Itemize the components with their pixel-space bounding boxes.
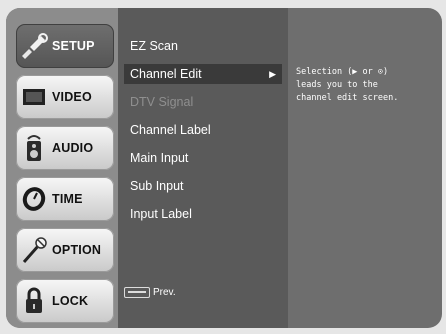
menu-item-sub-input[interactable]: Sub Input [124, 176, 282, 196]
help-description: Selection (▶ or ⊙) leads you to the chan… [296, 67, 399, 103]
lock-icon [16, 279, 52, 323]
tab-setup[interactable]: SETUP [16, 24, 114, 68]
menu-item-label: Channel Label [130, 123, 211, 137]
menu-item-label: Channel Edit [130, 67, 202, 81]
menu-item-input-label[interactable]: Input Label [124, 204, 282, 224]
menu-item-label: Main Input [130, 151, 189, 165]
menu-item-label: Input Label [130, 207, 192, 221]
tab-label: SETUP [52, 39, 95, 53]
tab-label: OPTION [52, 243, 102, 257]
tab-time[interactable]: TIME [16, 177, 114, 221]
tab-column: SETUP VIDEO AUDIO TIME OPTION LOCK [6, 8, 118, 328]
option-icon [16, 228, 52, 272]
audio-icon [16, 126, 52, 170]
menu-item-ez-scan[interactable]: EZ Scan [124, 36, 282, 56]
tab-label: TIME [52, 192, 83, 206]
menu-key-icon [124, 287, 150, 298]
tv-menu-frame: SETUP VIDEO AUDIO TIME OPTION LOCK EZ Sc… [6, 8, 442, 328]
video-icon [16, 75, 52, 119]
menu-item-label: DTV Signal [130, 95, 194, 109]
menu-items-panel: EZ Scan Channel Edit ▶ DTV Signal Channel… [118, 8, 288, 328]
tab-lock[interactable]: LOCK [16, 279, 114, 323]
menu-item-label: Sub Input [130, 179, 184, 193]
prev-button[interactable]: Prev. [124, 287, 176, 298]
tab-label: VIDEO [52, 90, 92, 104]
menu-item-channel-edit[interactable]: Channel Edit ▶ [124, 64, 282, 84]
menu-item-dtv-signal: DTV Signal [124, 92, 282, 112]
menu-item-main-input[interactable]: Main Input [124, 148, 282, 168]
menu-item-label: EZ Scan [130, 39, 178, 53]
time-icon [16, 177, 52, 221]
tab-option[interactable]: OPTION [16, 228, 114, 272]
arrow-right-icon: ▶ [269, 69, 276, 79]
tab-audio[interactable]: AUDIO [16, 126, 114, 170]
tab-label: AUDIO [52, 141, 94, 155]
setup-icon [16, 24, 52, 68]
tab-label: LOCK [52, 294, 89, 308]
tab-video[interactable]: VIDEO [16, 75, 114, 119]
menu-item-channel-label[interactable]: Channel Label [124, 120, 282, 140]
prev-label: Prev. [153, 287, 176, 298]
